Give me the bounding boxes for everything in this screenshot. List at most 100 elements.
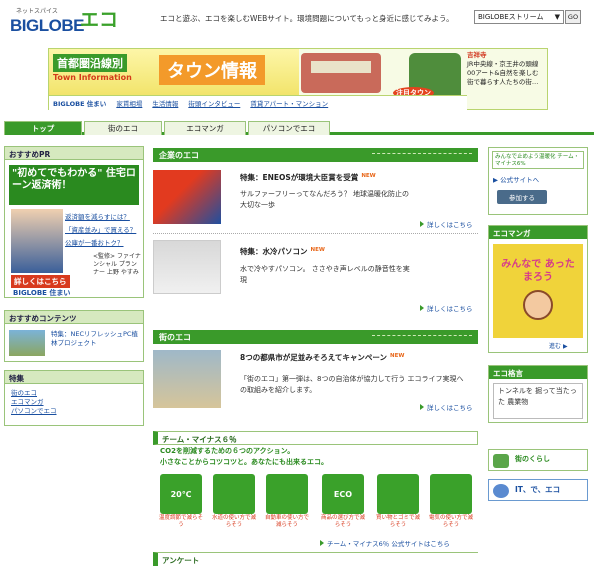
search-select-value: BIGLOBEストリーム xyxy=(478,13,544,21)
banner-nav-link[interactable]: 生活情報 xyxy=(152,98,178,108)
forest-thumbnail[interactable] xyxy=(9,330,45,356)
team-minus-sub1: CO2を削減するための６つのアクション。 xyxy=(160,447,295,455)
item-desc: 「街のエコ」第一弾は、8つの自治体が協力して行う エコライフ実現への取組みを紹介… xyxy=(240,375,464,394)
manga-next-link[interactable]: 進む ▶ xyxy=(549,341,568,350)
recommended-pr-box: おすすめPR "初めてでもわかる" 住宅ローン返済術！ 返済額を減らすには？ 「… xyxy=(4,146,144,298)
contents-heading: おすすめコンテンツ xyxy=(5,311,143,324)
tab-pc-eco[interactable]: パソコンでエコ xyxy=(248,121,330,135)
team-minus-link[interactable]: チーム・マイナス6％ 公式サイトはこちら xyxy=(320,538,450,548)
minus-caption: 買い物とゴミで減らそう xyxy=(375,515,420,528)
main-tabs: トップ 街のエコ エコマンガ パソコンでエコ xyxy=(4,121,594,135)
plug-icon[interactable] xyxy=(430,474,472,514)
eco-logo[interactable]: エコ xyxy=(80,5,140,35)
leaf-decoration xyxy=(372,335,472,339)
town-life-banner[interactable]: 街のくらし xyxy=(488,449,588,471)
minus-icon-label: ECO xyxy=(333,489,353,499)
feature-box: 特集 街のエコ エコマンガ パソコンでエコ xyxy=(4,370,144,426)
biglobe-logo[interactable]: ネットスパイス BIGLOBE xyxy=(6,6,84,36)
eco-manga-box: エコマンガ みんなで あったまろう 進む ▶ xyxy=(488,225,588,353)
town-eco-title: 街のエコ xyxy=(159,333,191,342)
it-eco-banner[interactable]: IT、で、エコ xyxy=(488,479,588,501)
feature-list: 街のエコ エコマンガ パソコンでエコ xyxy=(5,371,57,416)
tab-machi-eco[interactable]: 街のエコ xyxy=(84,121,162,135)
tab-eco-manga[interactable]: エコマンガ xyxy=(164,121,246,135)
minus-caption: 電気の使い方で減らそう xyxy=(428,515,473,528)
team-minus-sub2: 小さなことからコツコツと。あなたにも出来るエコ。 xyxy=(160,458,328,466)
water-cooled-pc-image[interactable] xyxy=(153,240,221,294)
official-site-text: 公式サイトへ xyxy=(500,176,540,184)
banner-nav-brand: BIGLOBE 住まい xyxy=(53,100,107,108)
manga-next-text: 進む xyxy=(549,343,562,350)
arrow-right-icon xyxy=(420,404,424,410)
item-title-text: 8つの都県市が足並みそろえてキャンペーン xyxy=(240,353,387,362)
item-title-text: 特集：水冷パソコン xyxy=(240,247,308,256)
team-minus-box: みんなで止めよう温暖化 チーム・マイナス6% ▶ 公式サイトへ 参加する xyxy=(488,147,588,215)
official-site-link[interactable]: ▶ 公式サイトへ xyxy=(489,172,587,186)
item-desc: 水で冷やすパソコン。 ささやき声レベルの静音性を実現 xyxy=(240,265,410,284)
new-badge: NEW xyxy=(389,352,405,359)
arrow-right-icon xyxy=(420,221,424,227)
contents-link[interactable]: 特集：NECリフレッシュPC植林プロジェクト xyxy=(51,330,139,348)
banner-right-c: 00アート&自然を楽しむ 街で暮らす人たちの街… xyxy=(467,69,539,86)
new-badge: NEW xyxy=(310,246,325,253)
item-title[interactable]: 8つの都県市が足並みそろえてキャンペーン NEW xyxy=(240,352,404,363)
pr-links: 返済額を減らすには？ 「資産並み」で買える？ 公庫が一番おトク？ xyxy=(65,211,136,250)
eco-proverb-box: エコ格言 トンネルを 掘って当たった 農業物 xyxy=(488,365,588,423)
thermometer-icon[interactable]: 20℃ xyxy=(160,474,202,514)
banner-nav-link[interactable]: 賃貸アパート・マンション xyxy=(250,98,328,108)
it-eco-text: IT、で、エコ xyxy=(515,485,561,494)
pr-heading: おすすめPR xyxy=(5,147,143,160)
more-link-text: 詳しくはこちら xyxy=(427,221,473,229)
town-eco-heading: 街のエコ xyxy=(153,330,478,344)
campaign-image[interactable] xyxy=(153,350,221,408)
go-button[interactable]: GO xyxy=(565,10,581,24)
eco-manga-heading: エコマンガ xyxy=(489,226,587,239)
banner-right-text: 吉祥寺 JR中央線・京王井の頭線 00アート&自然を楽しむ 街で暮らす人たちの街… xyxy=(467,51,547,109)
leaf-decoration xyxy=(372,153,472,157)
pr-detail-button[interactable]: 詳しくはこちら xyxy=(11,275,70,288)
recommended-contents-box: おすすめコンテンツ 特集：NECリフレッシュPC植林プロジェクト xyxy=(4,310,144,362)
logo-sub: ネットスパイス xyxy=(16,8,58,15)
search-select[interactable]: BIGLOBEストリーム ▼ xyxy=(474,10,564,24)
join-button[interactable]: 参加する xyxy=(497,190,547,204)
town-info-banner[interactable]: 首都圏沿線別 Town Information タウン情報 注目タウン 吉祥寺 … xyxy=(48,48,548,110)
pr-caption: <監修> ファイナンシャル プランナー 上野 やすみ xyxy=(93,253,141,276)
banner-right-b: JR中央線・京王井の頭線 xyxy=(467,60,539,68)
train-image xyxy=(301,53,381,93)
advisor-photo xyxy=(11,209,63,273)
more-link-text: 詳しくはこちら xyxy=(427,404,473,412)
logo-main: BIGLOBE xyxy=(10,16,84,35)
tab-top[interactable]: トップ xyxy=(4,121,82,135)
more-link-text: 詳しくはこちら xyxy=(427,305,473,313)
eneos-image[interactable] xyxy=(153,170,221,224)
banner-nav-link[interactable]: 家賃相場 xyxy=(116,98,142,108)
town-life-icon xyxy=(493,454,509,468)
more-link[interactable]: 詳しくはこちら xyxy=(420,402,473,412)
pr-link[interactable]: 返済額を減らすには？ xyxy=(65,211,136,224)
pr-link[interactable]: 公庫が一番おトク？ xyxy=(65,237,136,250)
site-tagline: エコと遊ぶ、エコを楽しむWEBサイト。環境問題についてもっと身近に感じてみよう。 xyxy=(160,14,454,23)
character-face xyxy=(523,290,553,320)
minus-icon-label: 20℃ xyxy=(170,489,192,499)
banner-right-a: 吉祥寺 xyxy=(467,51,487,59)
item-title-text: 特集：ENEOSが環境大臣賞を受賞 xyxy=(240,173,359,182)
eco-product-icon[interactable]: ECO xyxy=(322,474,364,514)
item-title[interactable]: 特集：水冷パソコン NEW xyxy=(240,246,325,257)
feature-link[interactable]: エコマンガ xyxy=(11,398,57,407)
pr-link[interactable]: 「資産並み」で買える？ xyxy=(65,224,136,237)
banner-nav-link[interactable]: 街頭インタビュー xyxy=(188,98,240,108)
car-icon[interactable] xyxy=(266,474,308,514)
feature-link[interactable]: 街のエコ xyxy=(11,389,57,398)
globe-icon xyxy=(493,484,509,498)
pr-title[interactable]: "初めてでもわかる" 住宅ローン返済術！ xyxy=(9,165,139,205)
team-minus-banner[interactable]: みんなで止めよう温暖化 チーム・マイナス6% xyxy=(492,151,584,169)
item-title[interactable]: 特集：ENEOSが環境大臣賞を受賞 NEW xyxy=(240,172,376,183)
feature-link[interactable]: パソコンでエコ xyxy=(11,407,57,416)
faucet-icon[interactable] xyxy=(213,474,255,514)
more-link[interactable]: 詳しくはこちら xyxy=(420,303,473,313)
minus-caption: 商品の選び方で減らそう xyxy=(320,515,365,528)
shopping-bag-icon[interactable] xyxy=(377,474,419,514)
manga-image[interactable]: みんなで あったまろう xyxy=(493,244,583,338)
team-minus-heading: チーム・マイナス６％ xyxy=(153,431,478,445)
more-link[interactable]: 詳しくはこちら xyxy=(420,219,473,229)
